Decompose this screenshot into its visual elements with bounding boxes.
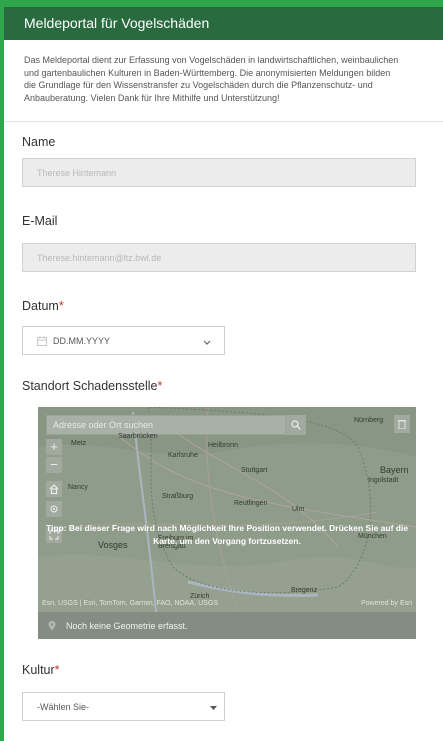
map-label: Nancy xyxy=(68,484,88,491)
map-label: Zürich xyxy=(190,593,210,600)
date-picker[interactable]: DD.MM.YYYY xyxy=(22,326,225,355)
name-label: Name xyxy=(22,135,56,149)
map-attribution: Esri, USGS | Esri, TomTom, Garmin, FAO, … xyxy=(38,600,416,610)
intro-text: Das Meldeportal dient zur Erfassung von … xyxy=(24,54,429,104)
map-label: Reutlingen xyxy=(234,500,268,507)
map-label: Bayern xyxy=(380,465,409,475)
map-search-input[interactable]: Adresse oder Ort suchen xyxy=(46,415,286,435)
map-label: Straßburg xyxy=(162,493,194,500)
location-pin-icon xyxy=(48,621,56,631)
map-label: Ulm xyxy=(292,506,305,513)
search-icon xyxy=(291,420,301,430)
intro-line: und gartenbaulichen Kulturen in Baden-Wü… xyxy=(24,67,391,78)
zoom-in-button[interactable]: + xyxy=(46,439,62,455)
powered-by-link[interactable]: Powered by Esri xyxy=(361,600,412,607)
delete-icon[interactable] xyxy=(394,415,410,433)
date-label: Datum* xyxy=(22,299,64,313)
page-title: Meldeportal für Vogelschäden xyxy=(24,15,210,31)
location-map[interactable]: Adresse oder Ort suchen + − Saarbrücken … xyxy=(38,407,416,639)
home-button[interactable] xyxy=(46,481,62,497)
zoom-out-button[interactable]: − xyxy=(46,457,62,473)
chevron-down-icon xyxy=(203,340,211,345)
locate-button[interactable] xyxy=(46,501,62,517)
location-label: Standort Schadensstelle* xyxy=(22,379,163,393)
app-header: Meldeportal für Vogelschäden xyxy=(4,4,443,40)
map-label: Bregenz xyxy=(291,587,318,594)
culture-label: Kultur* xyxy=(22,663,60,677)
required-mark: * xyxy=(54,663,60,677)
attribution-text: Esri, USGS | Esri, TomTom, Garmin, FAO, … xyxy=(42,600,218,607)
geometry-status-text: Noch keine Geometrie erfasst. xyxy=(66,621,188,631)
locate-icon xyxy=(50,505,58,513)
date-placeholder: DD.MM.YYYY xyxy=(53,336,111,346)
intro-line: Das Meldeportal dient zur Erfassung von … xyxy=(24,55,399,65)
home-icon xyxy=(49,484,59,495)
map-label: Nürnberg xyxy=(354,417,384,424)
divider xyxy=(4,121,443,122)
calendar-icon xyxy=(37,336,47,346)
email-field[interactable]: Therese.hintemann@ltz.bwl.de xyxy=(22,243,416,272)
map-label: Karlsruhe xyxy=(168,452,198,459)
culture-selected-value: -Wählen Sie- xyxy=(37,702,90,712)
culture-select[interactable]: -Wählen Sie- xyxy=(22,692,225,721)
map-label: Ingolstadt xyxy=(368,477,399,484)
intro-line: Anbauberatung. Vielen Dank für Ihre Mith… xyxy=(24,92,280,103)
map-background xyxy=(38,407,416,612)
map-tip: Tipp: Bei dieser Frage wird nach Möglich… xyxy=(45,523,409,546)
email-label: E-Mail xyxy=(22,214,58,228)
map-label: Stuttgart xyxy=(241,467,268,474)
intro-line: die Grundlage für den Wissenstransfer zu… xyxy=(24,80,373,90)
map-label: Heilbronn xyxy=(208,442,238,449)
map-label: Metz xyxy=(71,440,87,447)
map-label: Saarbrücken xyxy=(118,433,158,440)
caret-down-icon xyxy=(210,706,217,710)
name-field[interactable]: Therese Hintemann xyxy=(22,158,416,187)
required-mark: * xyxy=(157,379,163,393)
search-button[interactable] xyxy=(286,415,306,435)
geometry-status-bar: Noch keine Geometrie erfasst. xyxy=(38,612,416,639)
required-mark: * xyxy=(58,299,64,313)
